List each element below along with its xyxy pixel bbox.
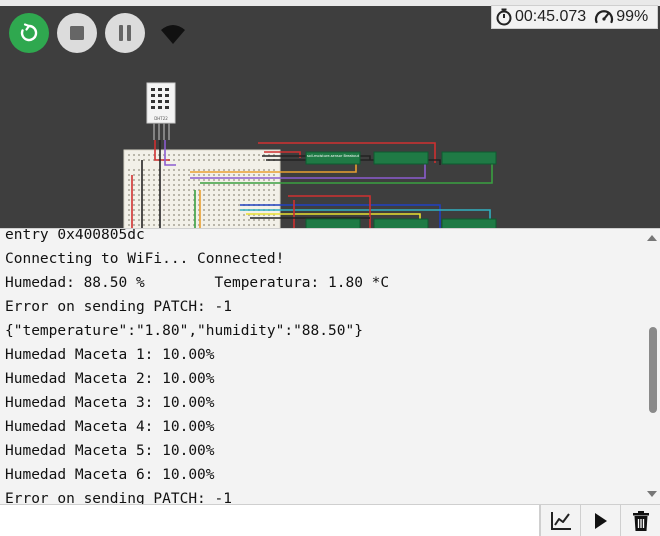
serial-log: entry 0x400805dc Connecting to WiFi... C… xyxy=(5,228,390,505)
log-line: Humedad Maceta 3: 10.00% xyxy=(5,395,215,411)
module-label: soil-moisture-sensor Breakout xyxy=(307,154,360,158)
serial-input[interactable] xyxy=(0,505,540,536)
log-line: entry 0x400805dc xyxy=(5,228,145,243)
dht22-sensor[interactable]: DHT22 xyxy=(146,82,176,140)
scroll-down-arrow-icon[interactable] xyxy=(647,491,657,497)
log-line: Humedad Maceta 6: 10.00% xyxy=(5,467,215,483)
log-line: Error on sending PATCH: -1 xyxy=(5,299,232,315)
plotter-button[interactable] xyxy=(540,505,580,536)
clear-button[interactable] xyxy=(620,505,660,536)
trash-icon xyxy=(632,510,649,531)
circuit-diagram: DHT22 soil-moisture-sensor Breakout xyxy=(123,82,497,228)
chart-icon xyxy=(550,511,571,530)
log-line: Connecting to WiFi... Connected! xyxy=(5,251,285,267)
log-line: {"temperature":"1.80","humidity":"88.50"… xyxy=(5,323,363,339)
dht22-label: DHT22 xyxy=(154,116,168,121)
play-button[interactable] xyxy=(580,505,620,536)
log-line: Error on sending PATCH: -1 xyxy=(5,491,232,505)
play-icon xyxy=(594,512,607,529)
scroll-up-arrow-icon[interactable] xyxy=(647,235,657,241)
serial-monitor[interactable]: entry 0x400805dc Connecting to WiFi... C… xyxy=(0,228,660,505)
scroll-thumb[interactable] xyxy=(649,327,657,413)
log-line: Humedad Maceta 1: 10.00% xyxy=(5,347,215,363)
serial-input-bar xyxy=(0,504,660,536)
soil-sensor-modules[interactable]: soil-moisture-sensor Breakout xyxy=(305,151,497,228)
log-line: Humedad: 88.50 % Temperatura: 1.80 *C xyxy=(5,275,390,291)
breadboard[interactable] xyxy=(123,149,281,228)
log-line: Humedad Maceta 5: 10.00% xyxy=(5,443,215,459)
simulation-canvas[interactable]: 00:45.073 99% DHT22 soil-moisture-sensor… xyxy=(0,0,660,228)
log-line: Humedad Maceta 2: 10.00% xyxy=(5,371,215,387)
log-line: Humedad Maceta 4: 10.00% xyxy=(5,419,215,435)
serial-scrollbar[interactable] xyxy=(643,229,660,505)
